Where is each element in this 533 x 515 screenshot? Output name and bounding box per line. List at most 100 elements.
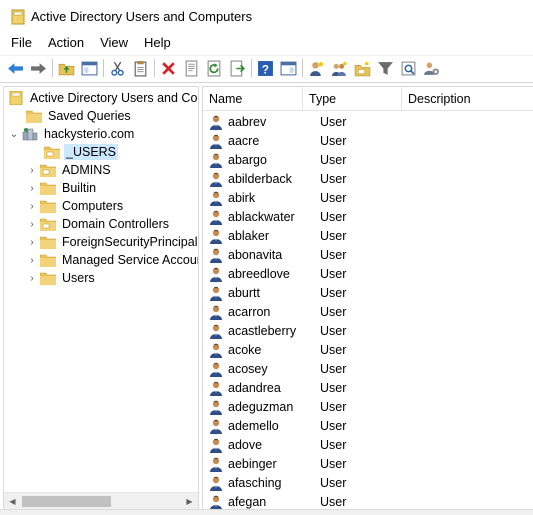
list-item[interactable]: abonavita User	[203, 245, 413, 264]
column-header-type[interactable]: Type	[303, 87, 402, 111]
user-name: aebinger	[228, 456, 277, 471]
chevron-right-icon[interactable]: ›	[26, 272, 38, 284]
properties-icon[interactable]	[181, 58, 201, 78]
find-icon[interactable]	[398, 58, 418, 78]
tree-horizontal-scrollbar[interactable]: ◀ ▶	[4, 492, 198, 509]
list-item[interactable]: acarron User	[203, 302, 413, 321]
help-icon[interactable]: ?	[255, 58, 275, 78]
tree-label-builtin: Builtin	[62, 181, 97, 195]
new-user-icon[interactable]	[306, 58, 326, 78]
user-type: User	[320, 494, 347, 509]
tree-label-admins: ADMINS	[62, 163, 111, 177]
list-item[interactable]: adandrea User	[203, 378, 413, 397]
status-bar	[0, 509, 533, 515]
list-item[interactable]: acoke User	[203, 340, 413, 359]
list-item[interactable]: aebinger User	[203, 454, 413, 473]
user-type: User	[320, 456, 347, 471]
user-icon	[210, 115, 222, 130]
menu-help[interactable]: Help	[136, 33, 179, 53]
new-group-icon[interactable]	[329, 58, 349, 78]
domain-icon	[22, 128, 38, 141]
back-icon[interactable]	[5, 58, 25, 78]
user-type: User	[320, 342, 347, 357]
list-item[interactable]: afegan User	[203, 492, 413, 509]
tree-item-users-ou[interactable]: _USERS	[42, 143, 119, 161]
cut-icon[interactable]	[107, 58, 127, 78]
chevron-right-icon[interactable]: ›	[26, 218, 38, 230]
tree-item-managed-service-accounts[interactable]: › Managed Service Accoun	[26, 251, 198, 269]
user-name: abreedlove	[228, 266, 290, 281]
user-name: aabrev	[228, 114, 267, 129]
user-icon	[210, 457, 222, 472]
menu-file[interactable]: File	[0, 33, 40, 53]
user-type: User	[320, 190, 347, 205]
list-item[interactable]: abargo User	[203, 150, 413, 169]
chevron-right-icon[interactable]: ›	[26, 254, 38, 266]
list-item[interactable]: acosey User	[203, 359, 413, 378]
user-icon	[210, 229, 222, 244]
menu-action[interactable]: Action	[40, 33, 92, 53]
export-list-icon[interactable]	[227, 58, 247, 78]
user-icon	[210, 210, 222, 225]
list-item[interactable]: acastleberry User	[203, 321, 413, 340]
tree-item-saved-queries[interactable]: Saved Queries	[24, 107, 133, 125]
delete-icon[interactable]	[158, 58, 178, 78]
tree-item-admins[interactable]: › ADMINS	[26, 161, 113, 179]
list-item[interactable]: adeguzman User	[203, 397, 413, 416]
tree-item-computers[interactable]: › Computers	[26, 197, 125, 215]
scroll-right-icon[interactable]: ▶	[181, 493, 198, 509]
tree-item-builtin[interactable]: › Builtin	[26, 179, 98, 197]
chevron-right-icon[interactable]: ›	[26, 200, 38, 212]
list-item[interactable]: abilderback User	[203, 169, 413, 188]
list-item[interactable]: abreedlove User	[203, 264, 413, 283]
toolbar-separator	[103, 59, 104, 77]
list-item[interactable]: ablaker User	[203, 226, 413, 245]
up-folder-icon[interactable]	[56, 58, 76, 78]
toolbar: ?	[0, 55, 533, 80]
user-name: adove	[228, 437, 263, 452]
list-item[interactable]: aabrev User	[203, 112, 413, 131]
ou-folder-icon	[40, 218, 56, 231]
forward-icon[interactable]	[28, 58, 48, 78]
tree-item-domain-controllers[interactable]: › Domain Controllers	[26, 215, 171, 233]
tree-item-domain[interactable]: ⌄ hackysterio.com	[8, 125, 136, 143]
toolbar-separator	[302, 59, 303, 77]
user-icon	[210, 305, 222, 320]
scroll-left-icon[interactable]: ◀	[4, 493, 21, 509]
chevron-right-icon[interactable]: ›	[26, 164, 38, 176]
new-ou-icon[interactable]	[352, 58, 372, 78]
console-tree-icon[interactable]	[278, 58, 298, 78]
copy-icon[interactable]	[130, 58, 150, 78]
chevron-down-icon[interactable]: ⌄	[8, 128, 20, 140]
scrollbar-thumb[interactable]	[22, 496, 111, 507]
list-item[interactable]: ademello User	[203, 416, 413, 435]
folder-icon	[26, 110, 42, 123]
chevron-right-icon[interactable]: ›	[26, 236, 38, 248]
details-list[interactable]: Name Type Description aabrev User aacre Use…	[202, 86, 533, 510]
column-header-name[interactable]: Name	[203, 87, 303, 111]
menu-view[interactable]: View	[92, 33, 136, 53]
list-item[interactable]: abirk User	[203, 188, 413, 207]
tree-item-users[interactable]: › Users	[26, 269, 97, 287]
chevron-right-icon[interactable]: ›	[26, 182, 38, 194]
list-item[interactable]: aburtt User	[203, 283, 413, 302]
delegate-icon[interactable]	[421, 58, 441, 78]
user-type: User	[320, 304, 347, 319]
user-type: User	[320, 266, 347, 281]
list-item[interactable]: adove User	[203, 435, 413, 454]
user-name: aacre	[228, 133, 260, 148]
folder-icon	[40, 254, 56, 267]
column-header-description[interactable]: Description	[402, 87, 533, 111]
filter-icon[interactable]	[375, 58, 395, 78]
tree-item-foreign-security-principals[interactable]: › ForeignSecurityPrincipals	[26, 233, 198, 251]
tree-root[interactable]: Active Directory Users and Com	[6, 89, 199, 107]
list-item[interactable]: ablackwater User	[203, 207, 413, 226]
tree-label-domain-controllers: Domain Controllers	[62, 217, 169, 231]
user-name: aburtt	[228, 285, 260, 300]
show-hide-tree-icon[interactable]	[79, 58, 99, 78]
tree-root-label: Active Directory Users and Com	[30, 91, 199, 105]
refresh-icon[interactable]	[204, 58, 224, 78]
list-item[interactable]: afasching User	[203, 473, 413, 492]
console-tree[interactable]: Active Directory Users and Com Saved Que…	[3, 86, 199, 510]
list-item[interactable]: aacre User	[203, 131, 413, 150]
